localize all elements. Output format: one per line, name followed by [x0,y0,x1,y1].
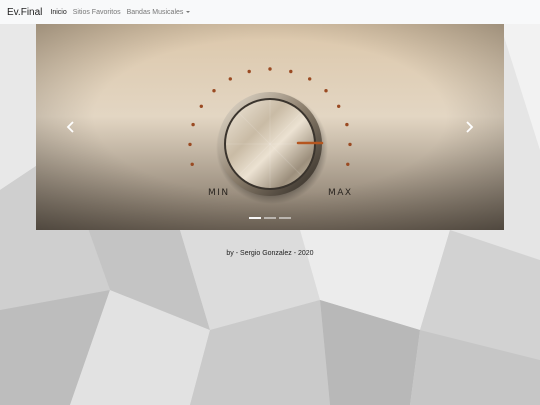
chevron-left-icon [66,121,74,133]
carousel-prev-button[interactable] [36,24,106,230]
brand-link[interactable]: Ev.Final [7,7,42,18]
carousel-indicators [36,217,504,219]
nav-dropdown-bandas-musicales[interactable]: Bandas Musicales [127,9,191,16]
image-carousel: MIN MAX [36,24,504,230]
knob-max-label: MAX [328,188,353,198]
carousel-indicator[interactable] [279,217,291,219]
navbar: Ev.Final Inicio Sitios Favoritos Bandas … [0,0,540,24]
chevron-right-icon [466,121,474,133]
carousel-indicator[interactable] [264,217,276,219]
caret-down-icon [186,10,191,13]
nav-link-inicio[interactable]: Inicio [50,9,66,16]
carousel-next-button[interactable] [434,24,504,230]
knob-min-label: MIN [208,188,230,198]
footer-credit: by - Sergio Gonzalez - 2020 [226,250,314,257]
nav-dropdown-label: Bandas Musicales [126,8,184,16]
nav-link-sitios-favoritos[interactable]: Sitios Favoritos [73,9,121,16]
carousel-indicator[interactable] [249,217,261,219]
